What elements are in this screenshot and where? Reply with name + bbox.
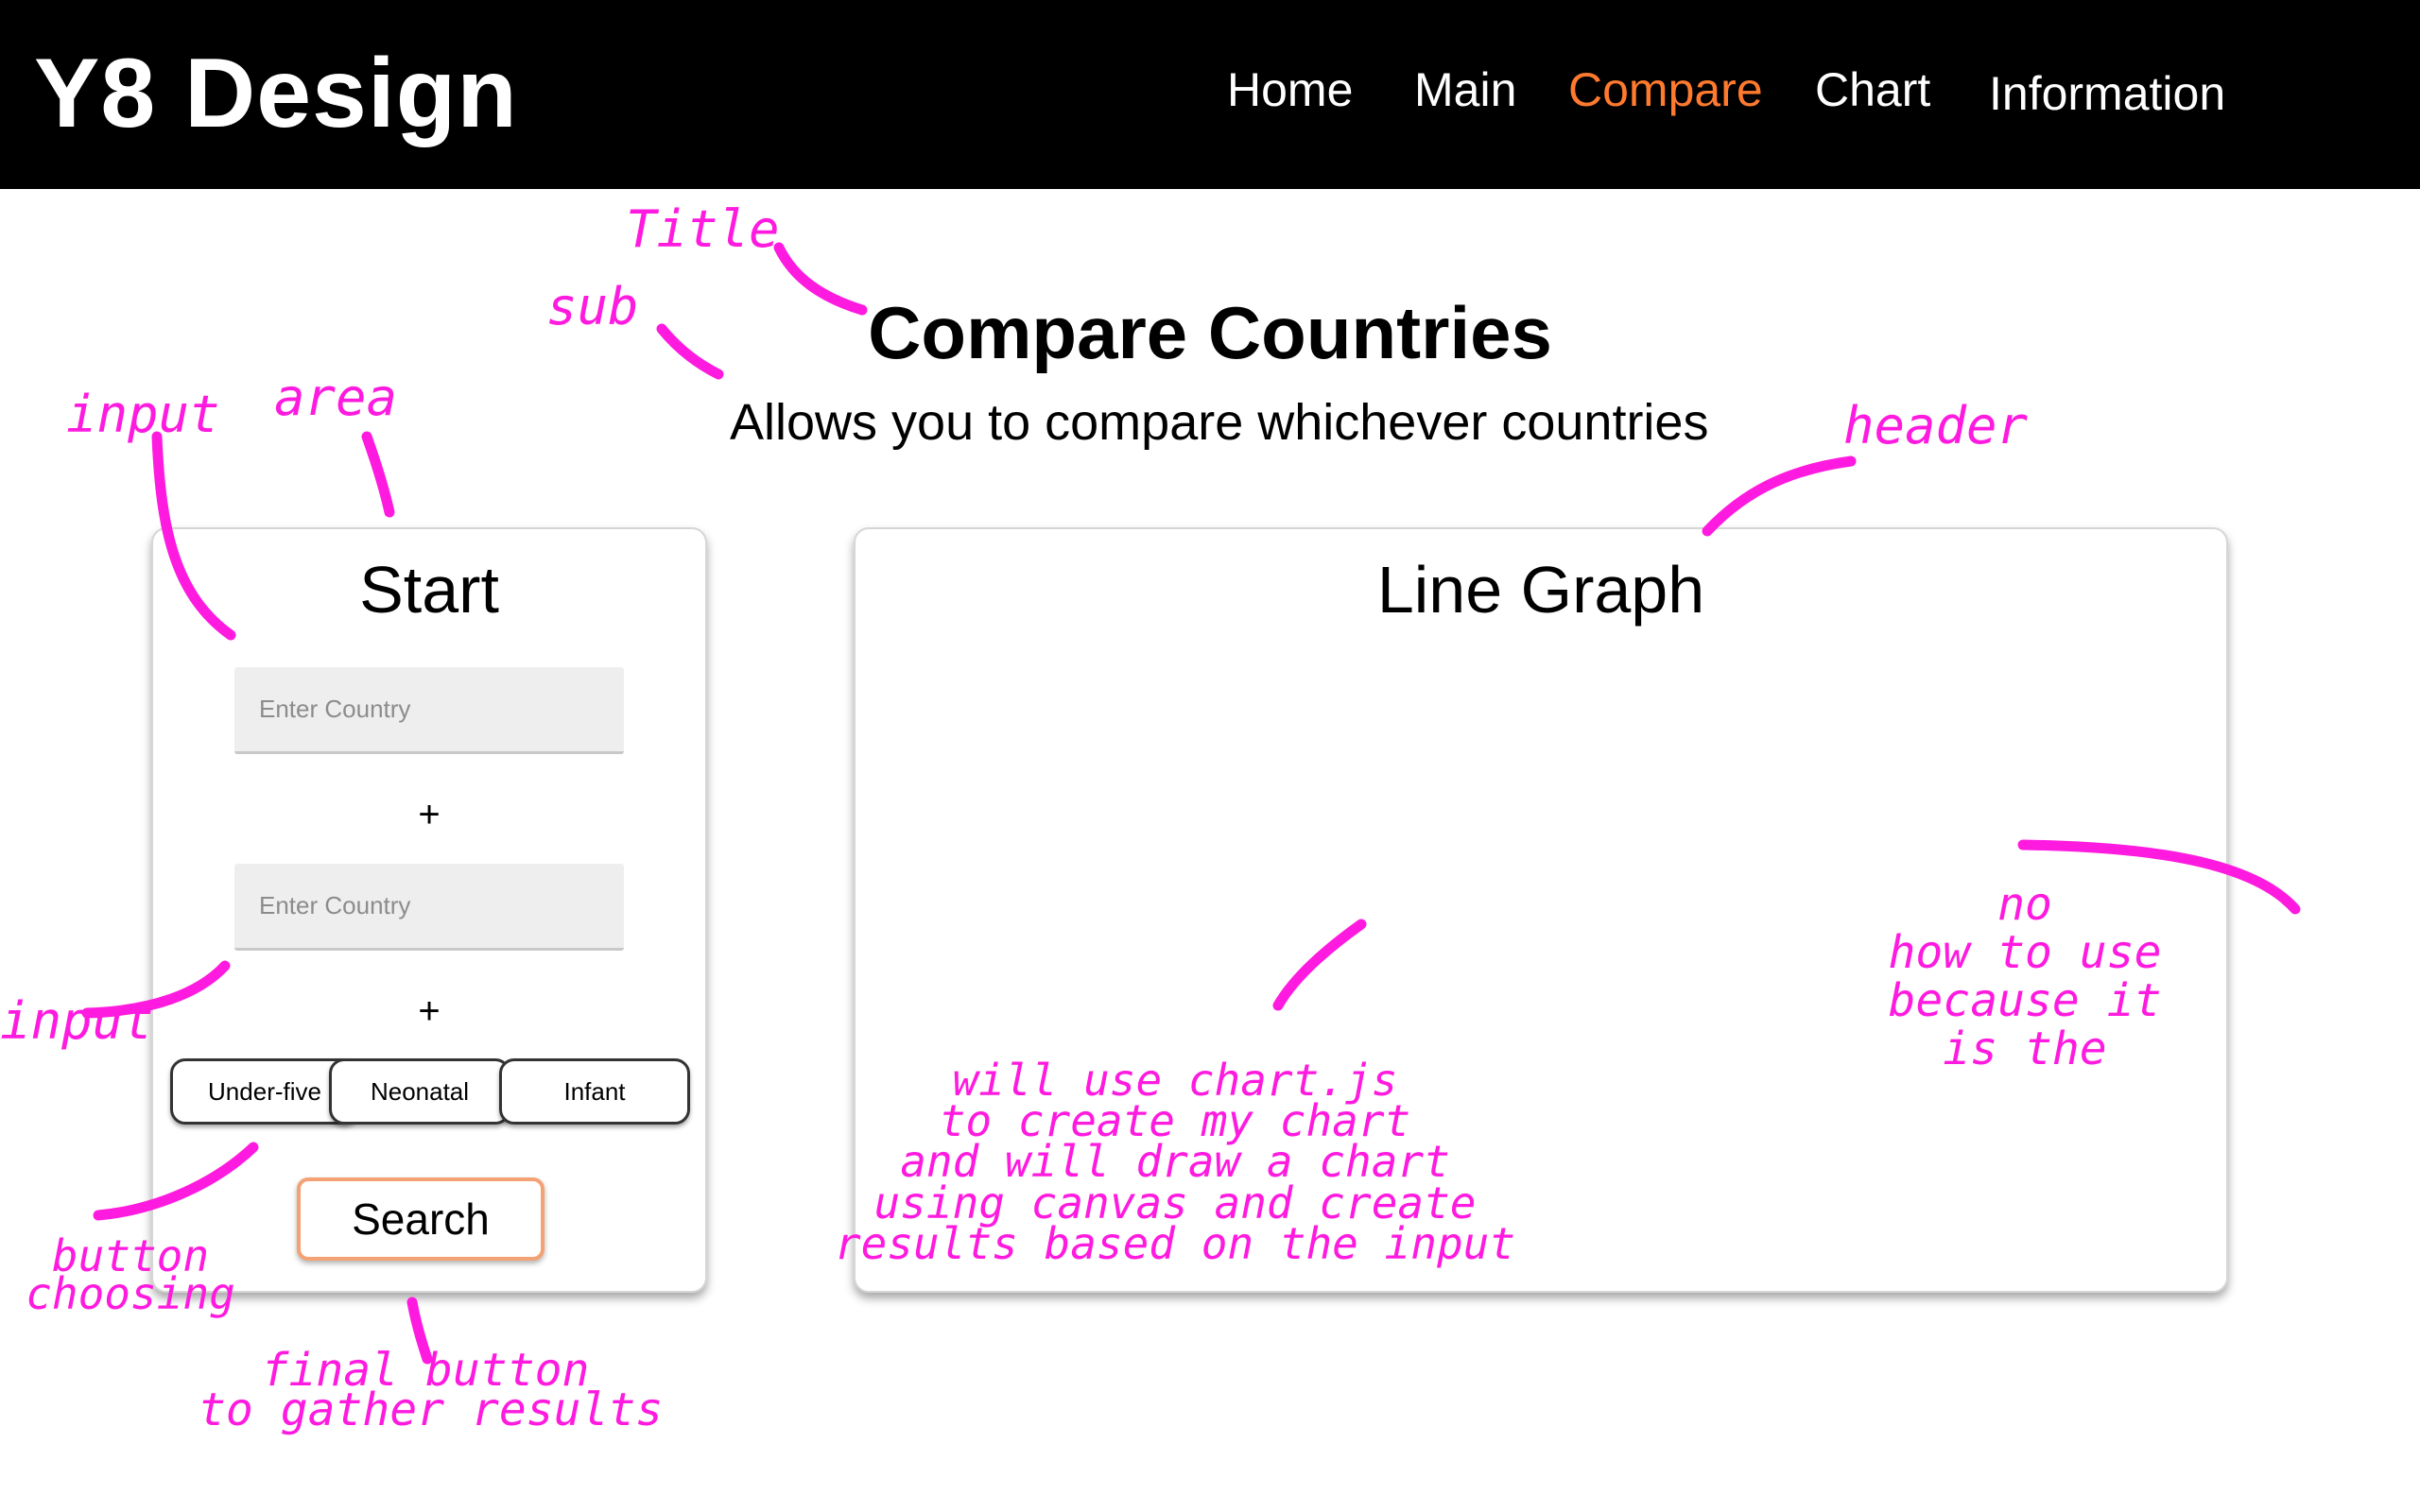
nav-link-home[interactable]: Home [1227, 64, 1353, 116]
annotation-area: area [274, 368, 398, 427]
annotation-chart-note: will use chart.js to create my chart and… [834, 1055, 1516, 1269]
annotation-title: Title [626, 199, 780, 259]
annotation-input-2: input [0, 991, 154, 1051]
nav-link-main[interactable]: Main [1414, 64, 1516, 116]
header-arrow-stroke [1702, 455, 1857, 537]
top-navigation-bar: Y8 Design Home Main Compare Chart Inform… [0, 0, 2420, 189]
country-input-2[interactable] [234, 864, 624, 951]
page-subtitle: Allows you to compare whichever countrie… [730, 394, 1709, 451]
filter-neonatal-button[interactable]: Neonatal [329, 1058, 510, 1125]
page-title: Compare Countries [868, 291, 1552, 374]
brand-logo-text[interactable]: Y8 Design [34, 40, 518, 148]
country-input-1[interactable] [234, 667, 624, 754]
nav-link-chart[interactable]: Chart [1815, 64, 1930, 116]
annotation-final-button: final button to gather results [199, 1344, 664, 1436]
annotation-sub: sub [546, 277, 639, 336]
annotation-input-1: input [66, 385, 220, 444]
start-panel-title: Start [359, 553, 499, 627]
area-arrow-stroke [361, 431, 395, 518]
plus-sign-2: + [418, 990, 441, 1032]
annotation-button-choosing: button choosing [26, 1230, 235, 1319]
nav-link-information[interactable]: Information [1989, 68, 2225, 120]
annotation-header: header [1843, 396, 2029, 455]
search-button[interactable]: Search [297, 1177, 544, 1261]
line-graph-title: Line Graph [1376, 553, 1705, 627]
start-panel: Start + + Under-five Neonatal Infant Sea… [151, 527, 707, 1293]
plus-sign-1: + [418, 794, 441, 835]
filter-infant-button[interactable]: Infant [499, 1058, 690, 1125]
nav-link-compare[interactable]: Compare [1568, 64, 1763, 116]
annotation-how-to-use: no how to use because it is the [1888, 878, 2162, 1075]
